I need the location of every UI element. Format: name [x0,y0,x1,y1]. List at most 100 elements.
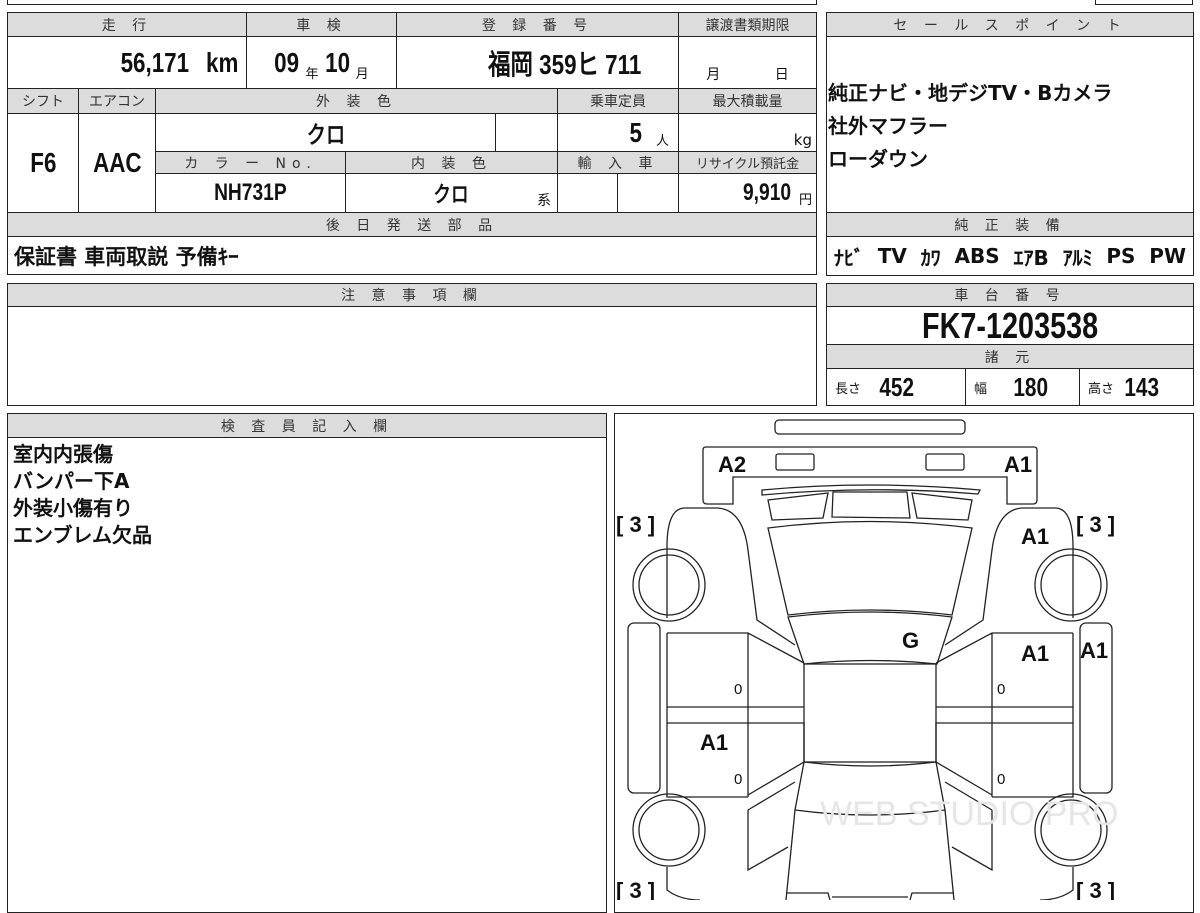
sales-point-header: セ ー ル ス ポ イ ン ト [826,12,1194,37]
fog-lamp-left [775,453,815,471]
exterior-color-value: クロ [306,122,345,149]
sales-point-line: 社外マフラー [828,114,948,138]
door-mark: 0 [734,771,742,788]
deadline-cell: 月日 [678,36,817,89]
max-load-cell: kg [678,113,817,152]
windshield [787,611,953,665]
watermark: WEB STUDIO PRO [820,795,1118,833]
notes-header: 注 意 事 項 欄 [7,283,817,307]
inspection-year: 09 [274,46,300,78]
deadline-month: 月 [706,67,721,83]
equipment-header: 純 正 装 備 [826,212,1194,237]
header-later-parts: 後 日 発 送 部 品 [7,212,817,237]
aircon-value: AAC [92,147,142,178]
deadline-day: 日 [774,67,789,83]
interior-color-value: クロ [433,182,470,207]
capacity-unit: 人 [655,134,669,149]
header-max-load: 最大積載量 [678,88,817,114]
fender-front-right [944,507,1074,646]
door-mark: 0 [997,771,1005,788]
equipment-item: ｱﾙﾐ [1062,245,1093,270]
header-aircon: エアコン [78,88,156,114]
capacity-cell: 5人 [557,113,679,152]
shift-cell: F6 [7,113,79,213]
header-interior-color: 内 装 色 [345,151,558,174]
color-no-cell: NH731P [155,173,346,213]
interior-color-suffix: 系 [537,193,551,209]
sales-point-line: 純正ナビ・地デジTV・Bカメラ [828,81,1113,105]
imported-cell-1 [557,173,618,213]
roof [803,663,937,763]
interior-color-cell: クロ 系 [345,173,558,213]
mark-door-rear-left: A1 [700,730,728,755]
grille [761,484,982,496]
wheel-front-right [1034,548,1108,622]
inspection-month: 10 [324,46,350,78]
equipment-item: ﾅﾋﾞ [833,245,864,270]
header-registration: 登 録 番 号 [396,12,679,37]
headlights-hood-front [767,491,973,521]
inspector-note: エンブレム欠品 [13,523,152,547]
inspector-header: 検 査 員 記 入 欄 [7,413,607,438]
sales-point-line: ローダウン [828,147,928,171]
length-cell: 長さ 452 [826,368,966,406]
top-strip [7,0,817,5]
mileage-unit: km [205,46,238,78]
header-color-no: カ ラ ー No. [155,151,346,174]
fog-lamp-right [925,453,965,471]
rear-quarter-left [666,781,796,900]
header-capacity: 乗車定員 [557,88,679,114]
equipment-list: ﾅﾋﾞ TV ｶﾜ ABS ｴｱB ｱﾙﾐ PS PW [826,236,1194,276]
chassis-header: 車 台 番 号 [826,283,1194,307]
equipment-item: ABS [954,244,1000,268]
month-unit: 月 [355,67,369,82]
registration-cell: 福岡 359ヒ 711 [396,36,679,89]
header-exterior-color: 外 装 色 [155,88,558,114]
height-label: 高さ [1088,381,1115,397]
side-skirt-left [627,622,661,794]
mark-door-front-right: A1 [1021,641,1049,666]
inspector-note: バンパー下A [13,469,130,493]
mileage-value: 56,171 [120,46,189,78]
hood [767,520,973,616]
equipment-item: PW [1149,244,1186,268]
mark-fender-right: A1 [1021,524,1049,549]
height-cell: 高さ 143 [1079,368,1194,406]
mileage-cell: 56,171 km [7,36,247,89]
bracket-rear-right: [ 3 ] [1076,878,1115,900]
equipment-item: ｴｱB [1013,245,1049,270]
length-value: 452 [879,371,915,402]
door-mark: 0 [997,681,1005,698]
year-unit: 年 [305,67,319,82]
header-transfer-deadline: 譲渡書類期限 [678,12,817,37]
equipment-item: PS [1106,244,1136,268]
rear-bumper [786,892,954,900]
exterior-color-extra [495,113,558,152]
mark-front-right: A1 [1004,452,1032,477]
wheel-rear-left [632,793,706,867]
max-load-unit: kg [793,131,812,149]
top-strip-right [1095,0,1193,5]
width-cell: 幅 180 [965,368,1080,406]
aircon-cell: AAC [78,113,156,213]
mark-skirt-right: A1 [1080,638,1108,663]
chassis-number-cell: FK7-1203538 [826,305,1194,346]
fender-front-left [666,507,796,646]
recycle-fee-cell: 9,910 円 [678,173,817,213]
rear-spoiler [774,419,966,435]
sales-point-list: 純正ナビ・地デジTV・Bカメラ 社外マフラー ローダウン [828,77,1112,176]
bracket-front-right: [ 3 ] [1076,512,1115,537]
recycle-fee-value: 9,910 [742,179,791,206]
width-label: 幅 [974,381,988,397]
yen-unit: 円 [798,193,812,208]
bracket-front-left: [ 3 ] [616,512,655,537]
equipment-item: ｶﾜ [920,245,941,270]
inspector-note: 室内内張傷 [13,442,113,466]
wheel-front-left [632,548,706,622]
height-value: 143 [1124,371,1160,402]
later-parts-value: 保証書 車両取説 予備ｷｰ [7,236,817,275]
mark-windshield: G [902,628,919,653]
front-bumper [702,446,1038,505]
width-value: 180 [1013,371,1049,402]
header-mileage: 走 行 [7,12,247,37]
